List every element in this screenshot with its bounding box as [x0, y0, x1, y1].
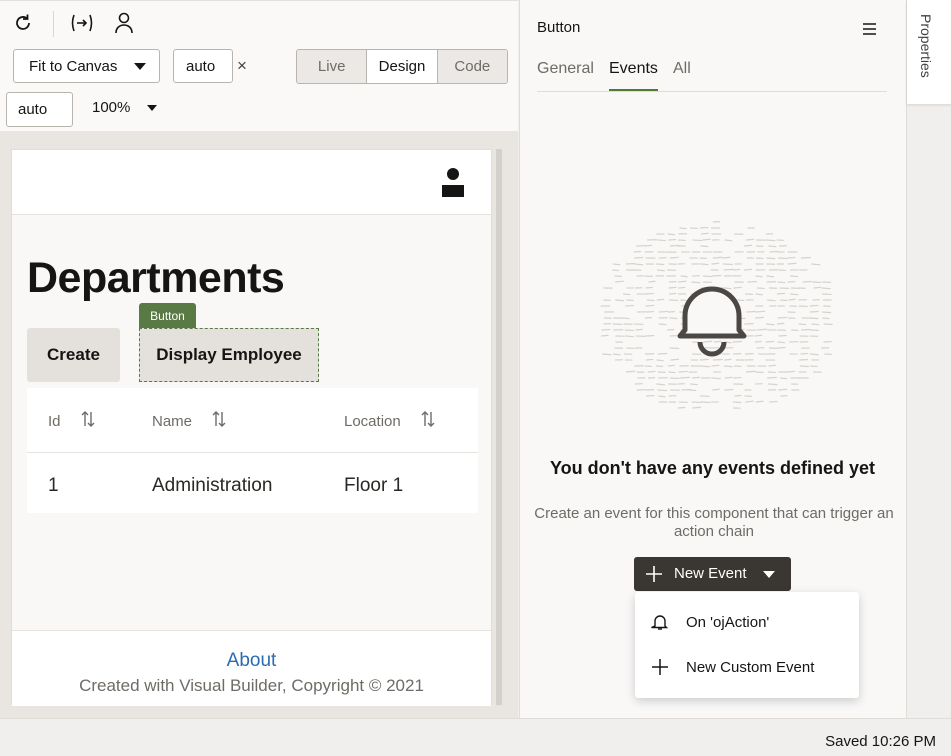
- design-mode-button[interactable]: Design: [367, 50, 438, 83]
- selection-badge: Button: [139, 303, 196, 329]
- hamburger-menu-icon[interactable]: [863, 22, 876, 35]
- departments-table: Id Name Location 1 Administration Floor …: [27, 388, 478, 513]
- dimension-separator: ×: [237, 56, 247, 75]
- cell-name: Administration: [152, 475, 273, 496]
- tab-all[interactable]: All: [673, 60, 691, 91]
- zoom-chevron-down-icon[interactable]: [147, 105, 157, 111]
- large-bell-icon: [677, 286, 747, 357]
- refresh-icon[interactable]: [9, 9, 37, 37]
- copyright-text: Created with Visual Builder, Copyright ©…: [79, 676, 424, 695]
- sort-icon[interactable]: [211, 410, 227, 428]
- new-event-button[interactable]: New Event: [634, 557, 791, 591]
- sort-icon[interactable]: [420, 410, 436, 428]
- menu-item-label: New Custom Event: [686, 659, 815, 676]
- page-preview: Departments Create Button Display Employ…: [11, 149, 492, 706]
- page-header: [12, 150, 491, 215]
- menu-item-on-ojaction[interactable]: On 'ojAction': [635, 601, 859, 645]
- about-link[interactable]: About: [12, 650, 491, 672]
- plus-icon: [652, 659, 668, 675]
- tab-general[interactable]: General: [537, 60, 594, 91]
- page-footer: About Created with Visual Builder, Copyr…: [12, 630, 491, 706]
- bell-illustration-icon: [588, 218, 838, 418]
- zoom-select[interactable]: 100%: [92, 99, 130, 116]
- new-event-label: New Event: [674, 565, 747, 582]
- menu-item-new-custom-event[interactable]: New Custom Event: [635, 646, 859, 690]
- canvas-width-input[interactable]: auto: [173, 49, 233, 83]
- properties-rail-tab[interactable]: Properties: [907, 0, 951, 104]
- designer-pane: Fit to Canvas auto × Live Design Code au…: [0, 0, 518, 719]
- avatar-icon[interactable]: [441, 167, 465, 199]
- table-divider: [27, 452, 478, 453]
- live-mode-button[interactable]: Live: [297, 50, 368, 83]
- tab-events[interactable]: Events: [609, 60, 658, 91]
- empty-state-title: You don't have any events defined yet: [549, 458, 876, 478]
- column-header-name[interactable]: Name: [152, 413, 192, 430]
- bell-icon: [651, 615, 669, 630]
- cell-id: 1: [48, 475, 59, 496]
- column-header-id[interactable]: Id: [48, 413, 61, 430]
- fit-to-canvas-select[interactable]: Fit to Canvas: [13, 49, 160, 83]
- sort-icon[interactable]: [80, 410, 96, 428]
- saved-status: Saved 10:26 PM: [825, 733, 936, 750]
- empty-state-description: Create an event for this component that …: [534, 505, 894, 540]
- fit-select-value: Fit to Canvas: [29, 57, 118, 75]
- plus-icon: [646, 566, 662, 582]
- canvas-height-input[interactable]: auto: [6, 92, 73, 127]
- chevron-down-icon[interactable]: [763, 571, 775, 578]
- user-icon[interactable]: [110, 9, 138, 37]
- code-mode-button[interactable]: Code: [437, 50, 507, 83]
- properties-title: Button: [537, 19, 581, 36]
- view-mode-group: Live Design Code: [296, 49, 508, 84]
- side-rail: Properties: [906, 0, 951, 718]
- properties-rail-label: Properties: [918, 14, 934, 78]
- properties-tabs: General Events All: [537, 60, 887, 92]
- variable-icon[interactable]: [68, 9, 96, 37]
- page-title: Departments: [27, 254, 285, 302]
- status-bar: Saved 10:26 PM: [0, 718, 951, 756]
- create-button[interactable]: Create: [27, 328, 120, 382]
- column-header-location[interactable]: Location: [344, 413, 401, 430]
- properties-pane: Button General Events All You don't have…: [519, 0, 906, 718]
- toolbar-separator: [53, 11, 54, 37]
- display-employee-button[interactable]: Display Employee: [139, 328, 319, 382]
- menu-item-label: On 'ojAction': [686, 614, 770, 631]
- new-event-menu: On 'ojAction' New Custom Event: [635, 592, 859, 698]
- cell-location: Floor 1: [344, 475, 404, 496]
- canvas-scrollbar[interactable]: [496, 149, 502, 705]
- chevron-down-icon: [134, 63, 146, 70]
